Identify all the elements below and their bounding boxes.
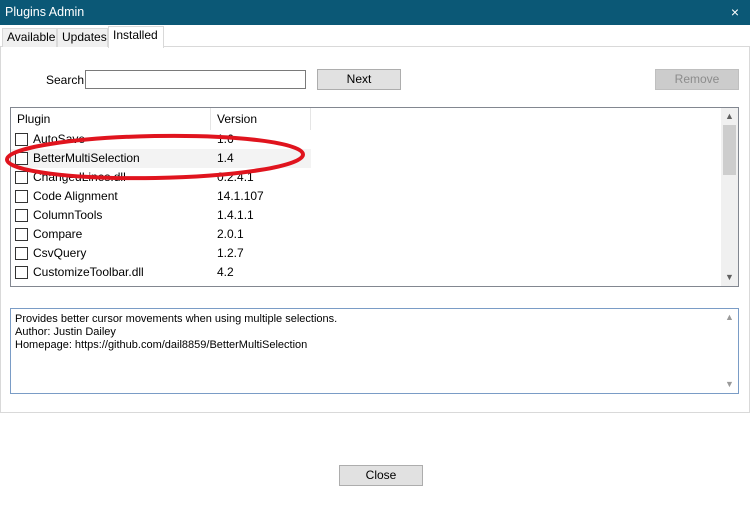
plugin-checkbox[interactable] xyxy=(15,228,28,241)
list-item[interactable]: AutoSave 1.6 xyxy=(11,130,311,149)
search-label: Search: xyxy=(46,73,88,87)
plugin-name: Code Alignment xyxy=(33,189,118,203)
scroll-up-icon[interactable]: ▲ xyxy=(721,108,738,125)
plugin-name: ColumnTools xyxy=(33,208,103,222)
plugin-name: Compare xyxy=(33,227,83,241)
list-header: Plugin Version xyxy=(11,108,722,130)
plugin-description[interactable]: Provides better cursor movements when us… xyxy=(10,308,739,394)
plugin-name: CustomizeToolbar.dll xyxy=(33,265,144,279)
column-header-version[interactable]: Version xyxy=(211,108,311,130)
plugin-name: CsvQuery xyxy=(33,246,87,260)
description-line: Homepage: https://github.com/dail8859/Be… xyxy=(15,339,308,351)
plugin-checkbox[interactable] xyxy=(15,133,28,146)
window-close-icon[interactable]: × xyxy=(720,0,750,25)
plugin-version: 4.2 xyxy=(217,265,234,279)
column-header-plugin[interactable]: Plugin xyxy=(11,108,211,130)
plugin-checkbox[interactable] xyxy=(15,171,28,184)
title-bar: Plugins Admin × xyxy=(0,0,750,25)
next-button[interactable]: Next xyxy=(317,69,401,90)
plugin-checkbox[interactable] xyxy=(15,209,28,222)
description-scrollbar[interactable]: ▲ ▼ xyxy=(721,309,738,393)
list-item[interactable]: Code Alignment 14.1.107 xyxy=(11,187,311,206)
list-item[interactable]: ColumnTools 1.4.1.1 xyxy=(11,206,311,225)
plugin-version: 1.6 xyxy=(217,132,234,146)
tab-installed[interactable]: Installed xyxy=(108,26,164,48)
description-line: Author: Justin Dailey xyxy=(15,326,116,338)
scroll-up-icon[interactable]: ▲ xyxy=(721,309,738,326)
plugin-list[interactable]: Plugin Version AutoSave 1.6 BetterMultiS… xyxy=(10,107,739,287)
scroll-thumb[interactable] xyxy=(723,125,736,175)
plugin-version: 14.1.107 xyxy=(217,189,264,203)
plugin-name: ChangedLines.dll xyxy=(33,170,126,184)
list-item[interactable]: Compare 2.0.1 xyxy=(11,225,311,244)
list-item[interactable]: BetterMultiSelection 1.4 xyxy=(11,149,311,168)
scroll-down-icon[interactable]: ▼ xyxy=(721,269,738,286)
plugin-version: 1.2.7 xyxy=(217,246,244,260)
tab-updates[interactable]: Updates xyxy=(57,28,108,47)
tab-strip: Available Updates Installed xyxy=(0,25,750,48)
tab-available[interactable]: Available xyxy=(2,28,57,47)
plugin-version: 0.2.4.1 xyxy=(217,170,254,184)
plugin-version: 1.4.1.1 xyxy=(217,208,254,222)
plugin-version: 1.4 xyxy=(217,151,234,165)
list-scrollbar[interactable]: ▲ ▼ xyxy=(721,108,738,286)
close-button[interactable]: Close xyxy=(339,465,423,486)
plugin-checkbox[interactable] xyxy=(15,190,28,203)
list-item[interactable]: CsvQuery 1.2.7 xyxy=(11,244,311,263)
plugin-name: BetterMultiSelection xyxy=(33,151,140,165)
search-input[interactable] xyxy=(85,70,306,89)
plugin-name: AutoSave xyxy=(33,132,86,146)
plugin-checkbox[interactable] xyxy=(15,152,28,165)
list-item[interactable]: CustomizeToolbar.dll 4.2 xyxy=(11,263,311,282)
window-title: Plugins Admin xyxy=(5,5,85,19)
scroll-down-icon[interactable]: ▼ xyxy=(721,376,738,393)
plugin-checkbox[interactable] xyxy=(15,266,28,279)
description-line: Provides better cursor movements when us… xyxy=(15,313,338,325)
plugin-version: 2.0.1 xyxy=(217,227,244,241)
list-item[interactable]: ChangedLines.dll 0.2.4.1 xyxy=(11,168,311,187)
plugin-checkbox[interactable] xyxy=(15,247,28,260)
remove-button[interactable]: Remove xyxy=(655,69,739,90)
